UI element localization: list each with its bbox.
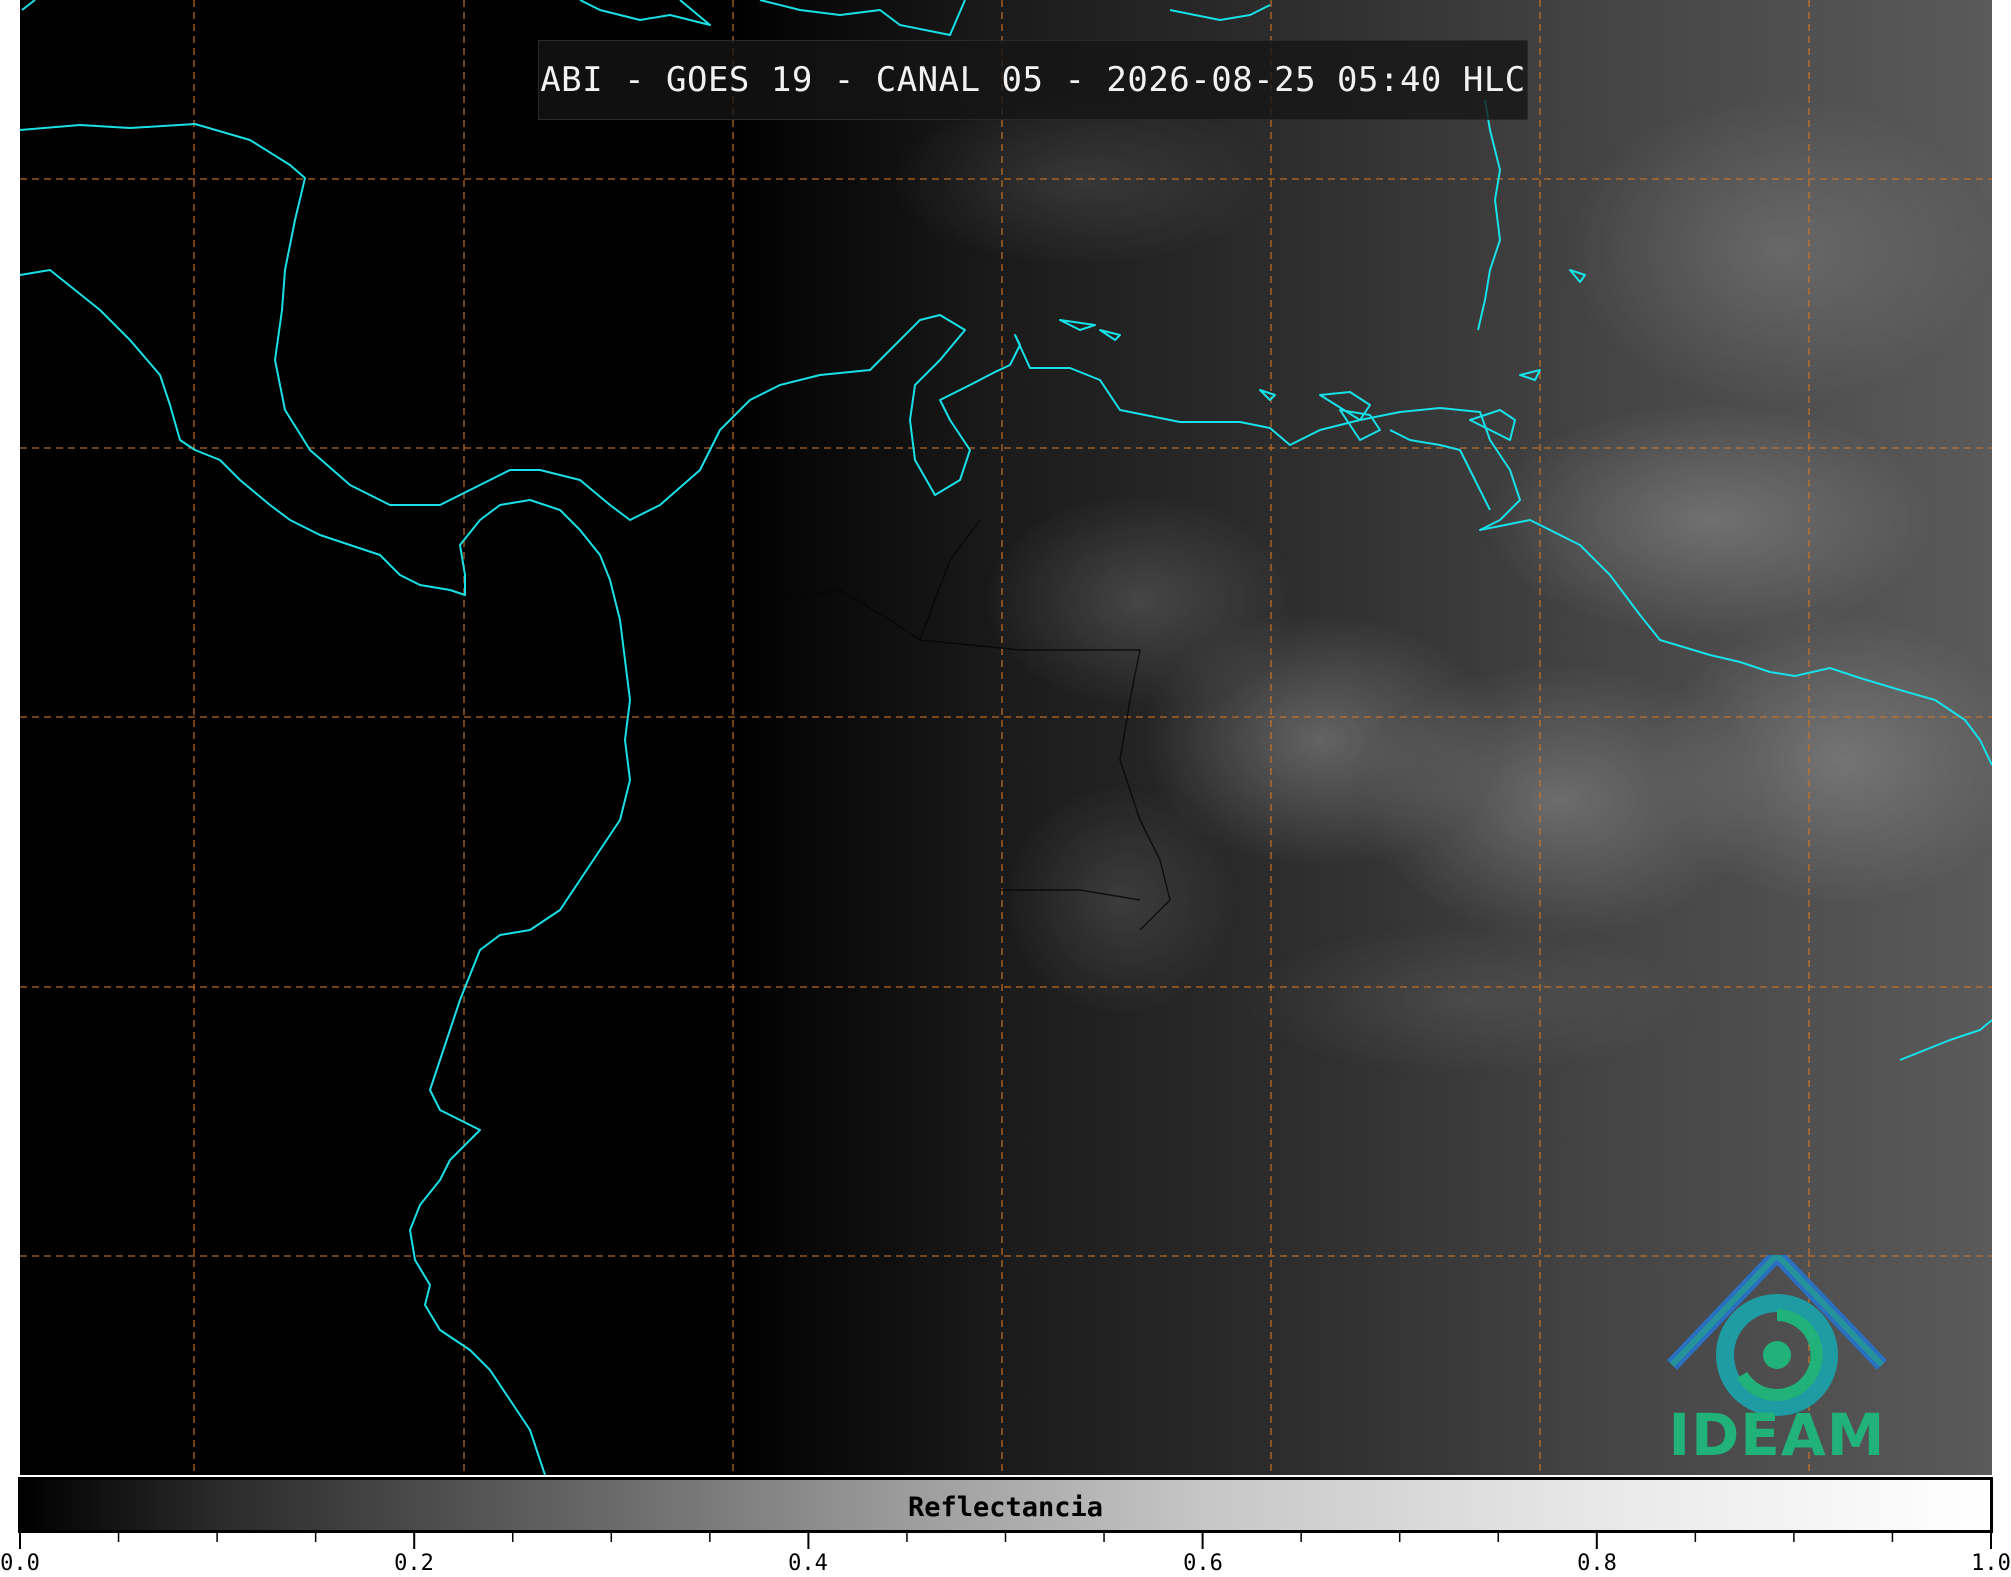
- tick-label-2: 0.4: [788, 1551, 828, 1576]
- ideam-logo: IDEAM: [1662, 1248, 1892, 1475]
- map-title: ABI - GOES 19 - CANAL 05 - 2026-08-25 05…: [538, 40, 1528, 120]
- ideam-logo-text: IDEAM: [1668, 1401, 1886, 1469]
- ideam-logo-mark: [1666, 1248, 1888, 1416]
- colorbar-ticks: [19, 1533, 1992, 1549]
- colorbar-label: Reflectancia: [907, 1492, 1104, 1523]
- map-canvas: [20, 0, 1992, 1475]
- satellite-map: [20, 0, 1992, 1475]
- tick-label-3: 0.6: [1183, 1551, 1223, 1576]
- tick-label-5: 1.0: [1971, 1551, 2011, 1576]
- tick-label-1: 0.2: [394, 1551, 434, 1576]
- tick-label-0: 0.0: [0, 1551, 40, 1576]
- tick-label-4: 0.8: [1577, 1551, 1617, 1576]
- colorbar: Reflectancia: [18, 1477, 1993, 1533]
